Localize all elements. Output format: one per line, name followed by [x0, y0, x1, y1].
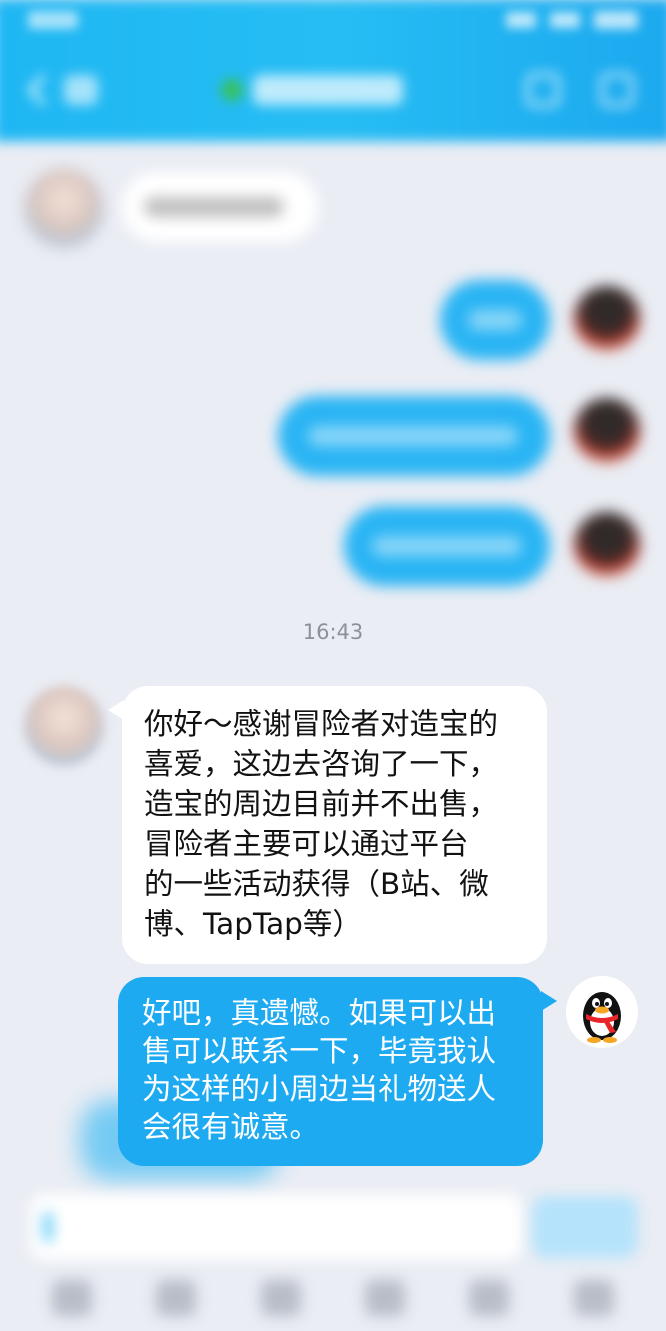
text-cursor — [44, 1212, 52, 1242]
message-bubble-blurred — [278, 396, 550, 476]
message-line: 博、TapTap等） — [144, 907, 362, 941]
signal-icon — [506, 12, 536, 28]
contact-name-blurred — [253, 75, 403, 105]
status-bar — [0, 0, 666, 40]
camera-icon[interactable] — [260, 1280, 301, 1316]
message-line: 喜爱，这边去咨询了一下， — [144, 747, 499, 781]
emoji-icon[interactable] — [469, 1280, 510, 1316]
older-messages — [0, 140, 666, 610]
red-packet-icon[interactable] — [365, 1280, 406, 1316]
message-bubble-blurred — [122, 172, 318, 242]
person-icon[interactable] — [600, 73, 634, 107]
nav-actions — [526, 73, 634, 107]
back-button[interactable] — [27, 74, 98, 106]
more-icon[interactable] — [573, 1280, 614, 1316]
message-line: 售可以联系一下，毕竟我认 — [142, 1034, 497, 1068]
message-line: 造宝的周边目前并不出售， — [144, 787, 499, 821]
online-status-icon — [221, 79, 243, 101]
message-input[interactable] — [30, 1194, 522, 1260]
bubble-tail — [108, 700, 124, 720]
message-timestamp: 16:43 — [302, 620, 364, 644]
user-avatar[interactable] — [574, 398, 640, 464]
user-avatar[interactable] — [574, 286, 640, 352]
input-area — [0, 1150, 666, 1331]
message-bubble-blurred — [440, 280, 550, 360]
incoming-message-bubble[interactable]: 你好～感谢冒险者对造宝的 喜爱，这边去咨询了一下， 造宝的周边目前并不出售， 冒… — [108, 686, 547, 964]
input-toolbar — [0, 1268, 666, 1328]
status-time-blurred — [28, 11, 78, 29]
nav-bar — [0, 50, 666, 130]
qq-penguin-icon — [566, 976, 638, 1048]
phone-icon[interactable] — [526, 73, 560, 107]
send-button[interactable] — [532, 1196, 638, 1258]
unread-count-badge — [64, 75, 98, 105]
status-icons — [506, 11, 638, 29]
message-line: 的一些活动获得（B站、微 — [144, 867, 489, 901]
chevron-left-icon — [27, 74, 59, 106]
image-icon[interactable] — [156, 1280, 197, 1316]
message-line: 会很有诚意。 — [142, 1110, 320, 1144]
user-avatar[interactable] — [574, 512, 640, 578]
message-line: 冒险者主要可以通过平台 — [144, 827, 469, 861]
outgoing-message-bubble[interactable]: 好吧，真遗憾。如果可以出 售可以联系一下，毕竟我认 为这样的小周边当礼物送人 会… — [118, 977, 557, 1166]
message-line: 你好～感谢冒险者对造宝的 — [144, 707, 499, 741]
wifi-icon — [550, 12, 580, 28]
user-avatar[interactable] — [566, 976, 638, 1048]
battery-icon — [594, 11, 638, 29]
service-avatar[interactable] — [24, 168, 104, 248]
service-avatar[interactable] — [24, 686, 104, 766]
voice-icon[interactable] — [52, 1280, 93, 1316]
bubble-tail — [541, 991, 557, 1011]
message-line: 好吧，真遗憾。如果可以出 — [142, 996, 497, 1030]
message-line: 为这样的小周边当礼物送人 — [142, 1072, 497, 1106]
chat-title[interactable] — [221, 75, 403, 105]
message-bubble-blurred — [344, 506, 550, 586]
